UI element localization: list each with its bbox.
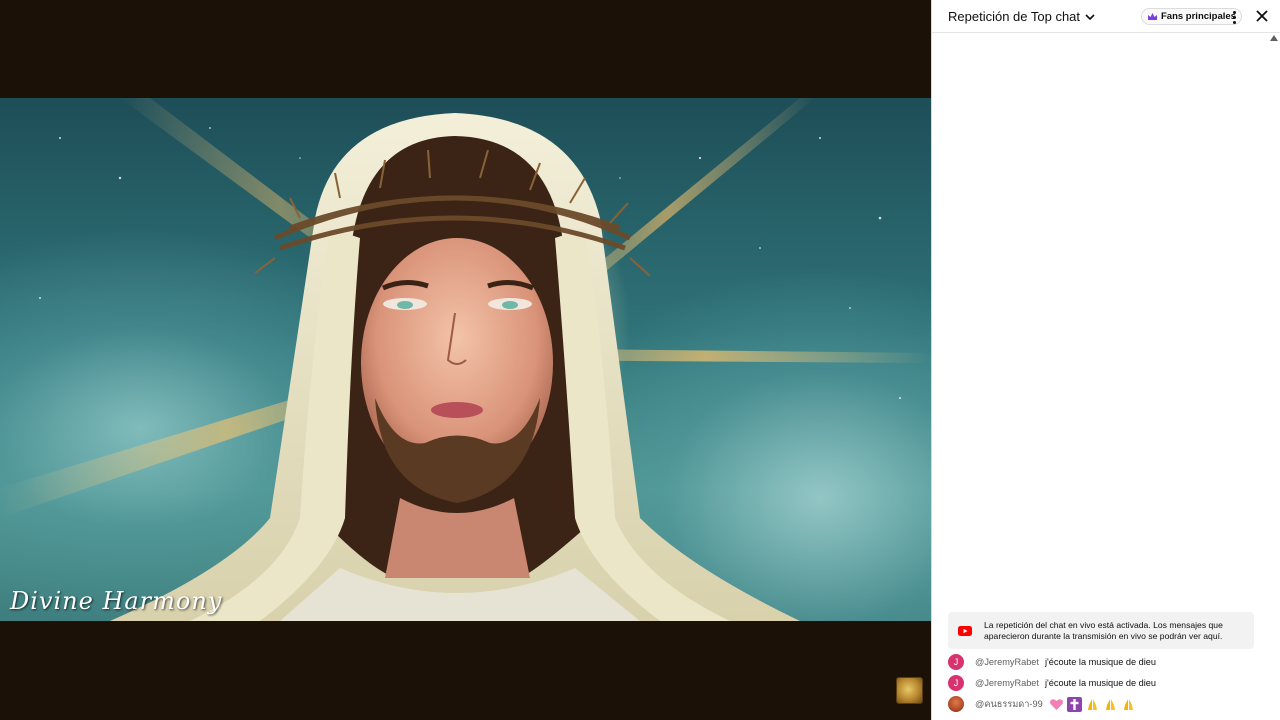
youtube-logo-icon bbox=[958, 625, 972, 636]
message-emojis bbox=[1049, 696, 1136, 712]
video-artwork bbox=[0, 98, 931, 621]
crown-icon bbox=[1148, 12, 1157, 20]
top-fans-label: Fans principales bbox=[1161, 11, 1236, 22]
chat-message[interactable]: J @JeremyRabet j'écoute la musique de di… bbox=[948, 653, 1156, 671]
video-player[interactable]: Divine Harmony bbox=[0, 0, 931, 720]
message-text: j'écoute la musique de dieu bbox=[1044, 678, 1157, 688]
close-icon[interactable] bbox=[1254, 8, 1270, 24]
folded-hands-emoji-icon bbox=[1087, 698, 1097, 710]
folded-hands-emoji-icon bbox=[1123, 698, 1133, 710]
channel-watermark-icon[interactable] bbox=[896, 677, 923, 704]
avatar[interactable] bbox=[948, 696, 964, 712]
chat-mode-label: Repetición de Top chat bbox=[948, 9, 1081, 24]
chat-header: Repetición de Top chat Fans principales bbox=[932, 0, 1280, 33]
chat-mode-dropdown[interactable]: Repetición de Top chat bbox=[948, 9, 1096, 24]
message-author[interactable]: @JeremyRabet bbox=[975, 678, 1039, 688]
video-title-overlay: Divine Harmony bbox=[10, 587, 223, 615]
folded-hands-emoji-icon bbox=[1105, 698, 1115, 710]
scroll-up-arrow-icon[interactable] bbox=[1270, 35, 1278, 41]
avatar[interactable]: J bbox=[948, 675, 964, 691]
chat-replay-notice: La repetición del chat en vivo está acti… bbox=[948, 612, 1254, 649]
app-window: Divine Harmony Repetición de Top chat Fa… bbox=[0, 0, 1280, 720]
message-author[interactable]: @คนธรรมดา-99 bbox=[975, 697, 1043, 712]
heart-emoji-icon bbox=[1049, 698, 1063, 710]
message-author[interactable]: @JeremyRabet bbox=[975, 657, 1039, 667]
chevron-down-icon bbox=[1085, 13, 1095, 20]
live-chat-panel: Repetición de Top chat Fans principales bbox=[931, 0, 1280, 720]
chat-message[interactable]: J @JeremyRabet j'écoute la musique de di… bbox=[948, 674, 1156, 692]
more-options-icon[interactable] bbox=[1228, 8, 1240, 26]
chat-message[interactable]: @คนธรรมดา-99 bbox=[948, 695, 1136, 713]
avatar[interactable]: J bbox=[948, 654, 964, 670]
top-fans-badge[interactable]: Fans principales bbox=[1141, 8, 1242, 25]
latin-cross-emoji-icon bbox=[1066, 696, 1082, 712]
message-text: j'écoute la musique de dieu bbox=[1044, 657, 1157, 667]
replay-notice-text: La repetición del chat en vivo está acti… bbox=[984, 619, 1223, 641]
video-frame[interactable]: Divine Harmony bbox=[0, 98, 931, 621]
